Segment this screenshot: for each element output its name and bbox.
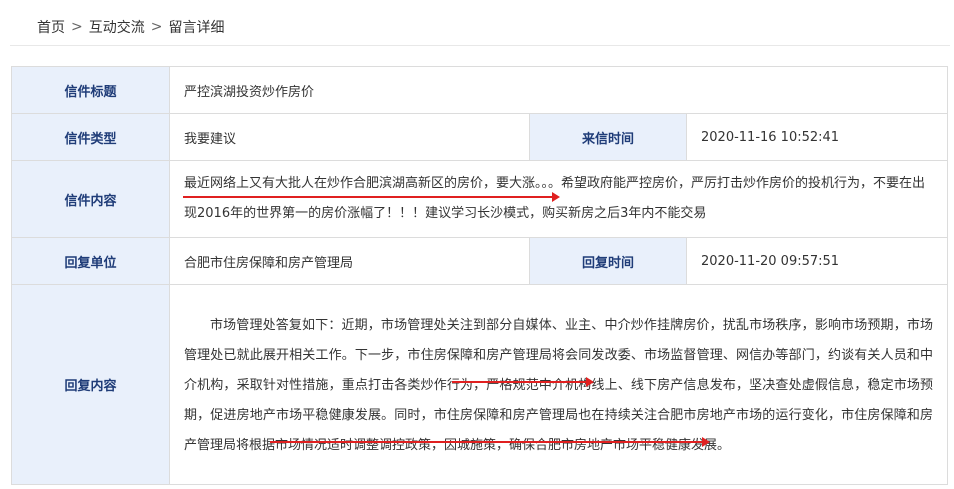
title-row: 信件标题 严控滨湖投资炒作房价 (11, 66, 949, 114)
breadcrumb-current: 留言详细 (168, 20, 225, 36)
letter-title: 严控滨湖投资炒作房价 (168, 66, 949, 114)
breadcrumb-separator: > (150, 19, 163, 35)
reply-unit-label: 回复单位 (11, 237, 170, 285)
reply-content-row: 回复内容 市场管理处答复如下：近期，市场管理处关注到部分自媒体、业主、中介炒作挂… (11, 284, 949, 485)
reply-time-label: 回复时间 (529, 237, 687, 285)
breadcrumb-home-link[interactable]: 首页 (37, 17, 65, 37)
reply-time: 2020-11-20 09:57:51 (685, 237, 949, 285)
breadcrumb-section-link[interactable]: 互动交流 (89, 17, 145, 37)
letter-time-label: 来信时间 (529, 113, 687, 161)
annotation-arrow-letter (183, 192, 560, 202)
type-row: 信件类型 我要建议 来信时间 2020-11-16 10:52:41 (11, 113, 949, 161)
type-label: 信件类型 (11, 113, 170, 161)
content-label: 信件内容 (11, 160, 170, 238)
reply-unit: 合肥市住房保障和房产管理局 (169, 237, 530, 285)
letter-time: 2020-11-16 10:52:41 (685, 113, 949, 161)
annotation-arrow-reply-2 (270, 437, 710, 447)
title-label: 信件标题 (11, 66, 170, 114)
message-detail-table: 信件标题 严控滨湖投资炒作房价 信件类型 我要建议 来信时间 2020-11-1… (11, 66, 949, 485)
reply-content: 市场管理处答复如下：近期，市场管理处关注到部分自媒体、业主、中介炒作挂牌房价，扰… (184, 317, 934, 453)
breadcrumb-separator: > (71, 19, 83, 35)
reply-content-label: 回复内容 (11, 284, 170, 485)
annotation-arrow-reply-1 (452, 377, 594, 387)
breadcrumb: 首页 > 互动交流 > 留言详细 (37, 17, 224, 37)
breadcrumb-divider (10, 45, 950, 46)
reply-content-cell: 市场管理处答复如下：近期，市场管理处关注到部分自媒体、业主、中介炒作挂牌房价，扰… (168, 284, 949, 485)
letter-type: 我要建议 (169, 113, 530, 161)
reply-unit-row: 回复单位 合肥市住房保障和房产管理局 回复时间 2020-11-20 09:57… (11, 237, 949, 285)
content-row: 信件内容 最近网络上又有大批人在炒作合肥滨湖高新区的房价，要大涨。。。希望政府能… (11, 160, 949, 238)
